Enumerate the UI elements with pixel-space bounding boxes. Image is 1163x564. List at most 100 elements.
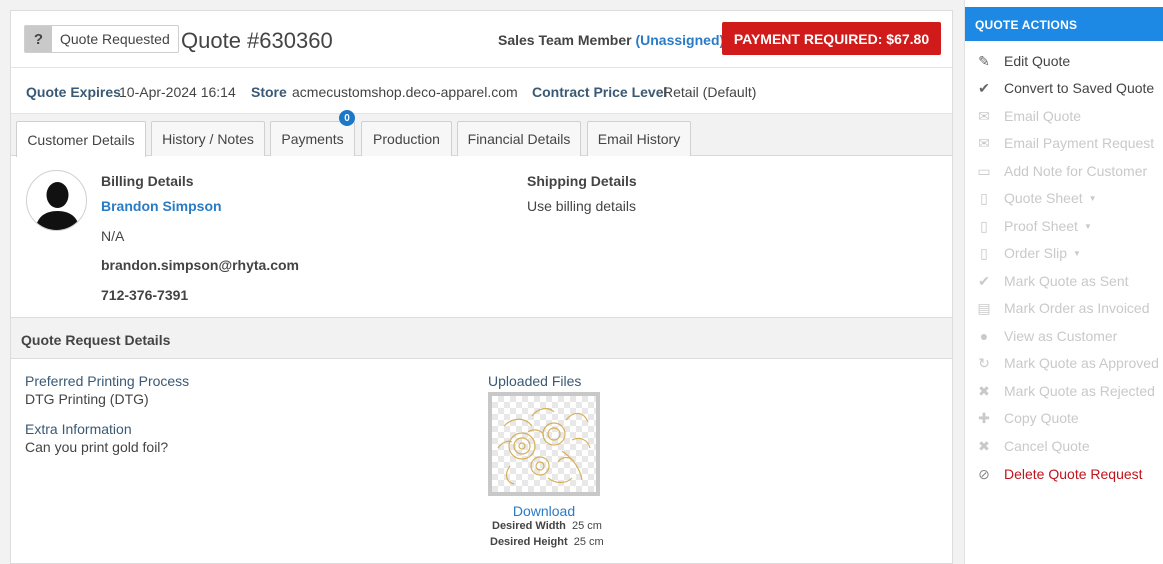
extra-info-value: Can you print gold foil? <box>25 439 169 455</box>
file-icon: ▯ <box>980 189 988 206</box>
action-label: Convert to Saved Quote <box>1004 80 1155 96</box>
desired-height-value: 25 cm <box>573 536 604 548</box>
quote-request-heading: Quote Request Details <box>11 317 952 359</box>
sales-assign-link[interactable]: (Unassigned) <box>635 32 724 48</box>
action-label: Mark Quote as Approved <box>1004 355 1159 371</box>
file-icon: ▯ <box>980 244 988 261</box>
store-label: Store <box>251 84 287 100</box>
desired-width-label: Desired Width <box>492 520 566 532</box>
x-icon: ✖ <box>978 437 990 454</box>
desired-width-value: 25 cm <box>571 520 602 532</box>
action-label: Quote Sheet <box>1004 190 1083 206</box>
action-add-note: ▭ Add Note for Customer <box>975 161 1147 181</box>
user-icon: ● <box>979 328 989 344</box>
action-label: Copy Quote <box>1004 410 1079 426</box>
envelope-icon: ✉ <box>978 134 990 151</box>
shipping-value: Use billing details <box>527 198 636 214</box>
quote-header: ? Quote Requested Quote #630360 Sales Te… <box>11 11 952 68</box>
user-silhouette-icon <box>35 182 80 230</box>
action-label: Proof Sheet <box>1004 218 1078 234</box>
status-indicator: ? Quote Requested <box>24 25 179 53</box>
uploaded-file-thumbnail[interactable] <box>488 392 600 496</box>
desired-width: Desired Width 25 cm <box>492 520 602 532</box>
printing-process-value: DTG Printing (DTG) <box>25 391 149 407</box>
tab-bar: Customer Details History / Notes Payment… <box>11 110 952 157</box>
action-label: Delete Quote Request <box>1004 466 1143 482</box>
action-label: Mark Quote as Sent <box>1004 273 1129 289</box>
tab-payments[interactable]: Payments 0 <box>270 110 355 156</box>
invoice-icon: ▤ <box>977 299 991 316</box>
action-label: Email Quote <box>1004 108 1082 124</box>
caret-down-icon: ▼ <box>1083 221 1092 231</box>
comment-icon: ▭ <box>977 162 991 179</box>
action-edit-quote[interactable]: ✎ Edit Quote <box>975 51 1070 71</box>
tab-email-history[interactable]: Email History <box>587 121 691 156</box>
customer-avatar <box>26 170 87 231</box>
action-view-as-customer: ● View as Customer <box>975 326 1118 346</box>
desired-height-label: Desired Height <box>490 536 568 548</box>
quote-number: Quote #630360 <box>181 28 333 53</box>
quote-meta: Quote Expires 10-Apr-2024 16:14 Store ac… <box>11 68 952 114</box>
tab-production[interactable]: Production <box>361 121 452 156</box>
pencil-icon: ✎ <box>978 52 990 69</box>
price-level-value: Retail (Default) <box>663 84 757 100</box>
tab-financial-details[interactable]: Financial Details <box>457 121 581 156</box>
action-quote-sheet: ▯ Quote Sheet ▼ <box>975 188 1097 208</box>
quote-actions-heading: QUOTE ACTIONS <box>965 7 1163 41</box>
desired-height: Desired Height 25 cm <box>490 536 604 548</box>
payment-required-button[interactable]: PAYMENT REQUIRED: $67.80 <box>722 22 941 55</box>
action-email-payment-request: ✉ Email Payment Request <box>975 133 1154 153</box>
action-label: Mark Order as Invoiced <box>1004 300 1150 316</box>
check-icon: ✔ <box>978 272 990 289</box>
action-label: Add Note for Customer <box>1004 163 1148 179</box>
file-icon: ▯ <box>980 217 988 234</box>
expires-label: Quote Expires <box>26 84 121 100</box>
customer-email: brandon.simpson@rhyta.com <box>101 257 300 273</box>
billing-heading: Billing Details <box>101 173 194 189</box>
action-label: Email Payment Request <box>1004 135 1155 151</box>
quote-panel: ? Quote Requested Quote #630360 Sales Te… <box>10 10 953 564</box>
payments-count-badge: 0 <box>339 110 355 126</box>
envelope-icon: ✉ <box>978 107 990 124</box>
tab-payments-label: Payments <box>281 131 344 147</box>
action-label: View as Customer <box>1004 328 1118 344</box>
redo-icon: ↻ <box>978 354 990 371</box>
ban-icon: ⊘ <box>978 465 990 482</box>
tab-history-notes[interactable]: History / Notes <box>151 121 265 156</box>
shipping-heading: Shipping Details <box>527 173 637 189</box>
status-label: Quote Requested <box>60 31 170 47</box>
action-mark-invoiced: ▤ Mark Order as Invoiced <box>975 298 1150 318</box>
action-label: Edit Quote <box>1004 53 1071 69</box>
floral-artwork-image <box>497 407 591 485</box>
action-convert-saved-quote[interactable]: ✔ Convert to Saved Quote <box>975 78 1154 98</box>
action-mark-approved: ↻ Mark Quote as Approved <box>975 353 1159 373</box>
action-copy-quote: ✚ Copy Quote <box>975 408 1079 428</box>
action-proof-sheet: ▯ Proof Sheet ▼ <box>975 216 1092 236</box>
uploaded-files-label: Uploaded Files <box>488 373 582 389</box>
action-email-quote: ✉ Email Quote <box>975 106 1081 126</box>
sales-team-member: Sales Team Member (Unassigned) <box>498 32 724 48</box>
sales-label: Sales Team Member <box>498 32 632 48</box>
check-icon: ✔ <box>978 79 990 96</box>
quote-actions-sidebar: QUOTE ACTIONS ✎ Edit Quote ✔ Convert to Sa… <box>964 0 1163 564</box>
caret-down-icon: ▼ <box>1088 193 1097 203</box>
action-delete-quote-request[interactable]: ⊘ Delete Quote Request <box>975 464 1143 484</box>
action-label: Order Slip <box>1004 245 1068 261</box>
plus-icon: ✚ <box>978 409 990 426</box>
printing-process-label: Preferred Printing Process <box>25 373 190 389</box>
customer-name-link[interactable]: Brandon Simpson <box>101 198 222 214</box>
action-cancel-quote: ✖ Cancel Quote <box>975 436 1090 456</box>
customer-phone: 712-376-7391 <box>101 287 189 303</box>
price-level-label: Contract Price Level <box>532 84 668 100</box>
customer-company: N/A <box>101 228 125 244</box>
tab-customer-details[interactable]: Customer Details <box>16 121 146 157</box>
action-label: Mark Quote as Rejected <box>1004 383 1155 399</box>
caret-down-icon: ▼ <box>1073 248 1081 258</box>
status-help-icon: ? <box>25 26 52 52</box>
action-mark-rejected: ✖ Mark Quote as Rejected <box>975 381 1155 401</box>
action-mark-sent: ✔ Mark Quote as Sent <box>975 271 1129 291</box>
action-label: Cancel Quote <box>1004 438 1090 454</box>
x-icon: ✖ <box>978 382 990 399</box>
download-link[interactable]: Download <box>488 503 600 519</box>
expires-value: 10-Apr-2024 16:14 <box>119 84 236 100</box>
